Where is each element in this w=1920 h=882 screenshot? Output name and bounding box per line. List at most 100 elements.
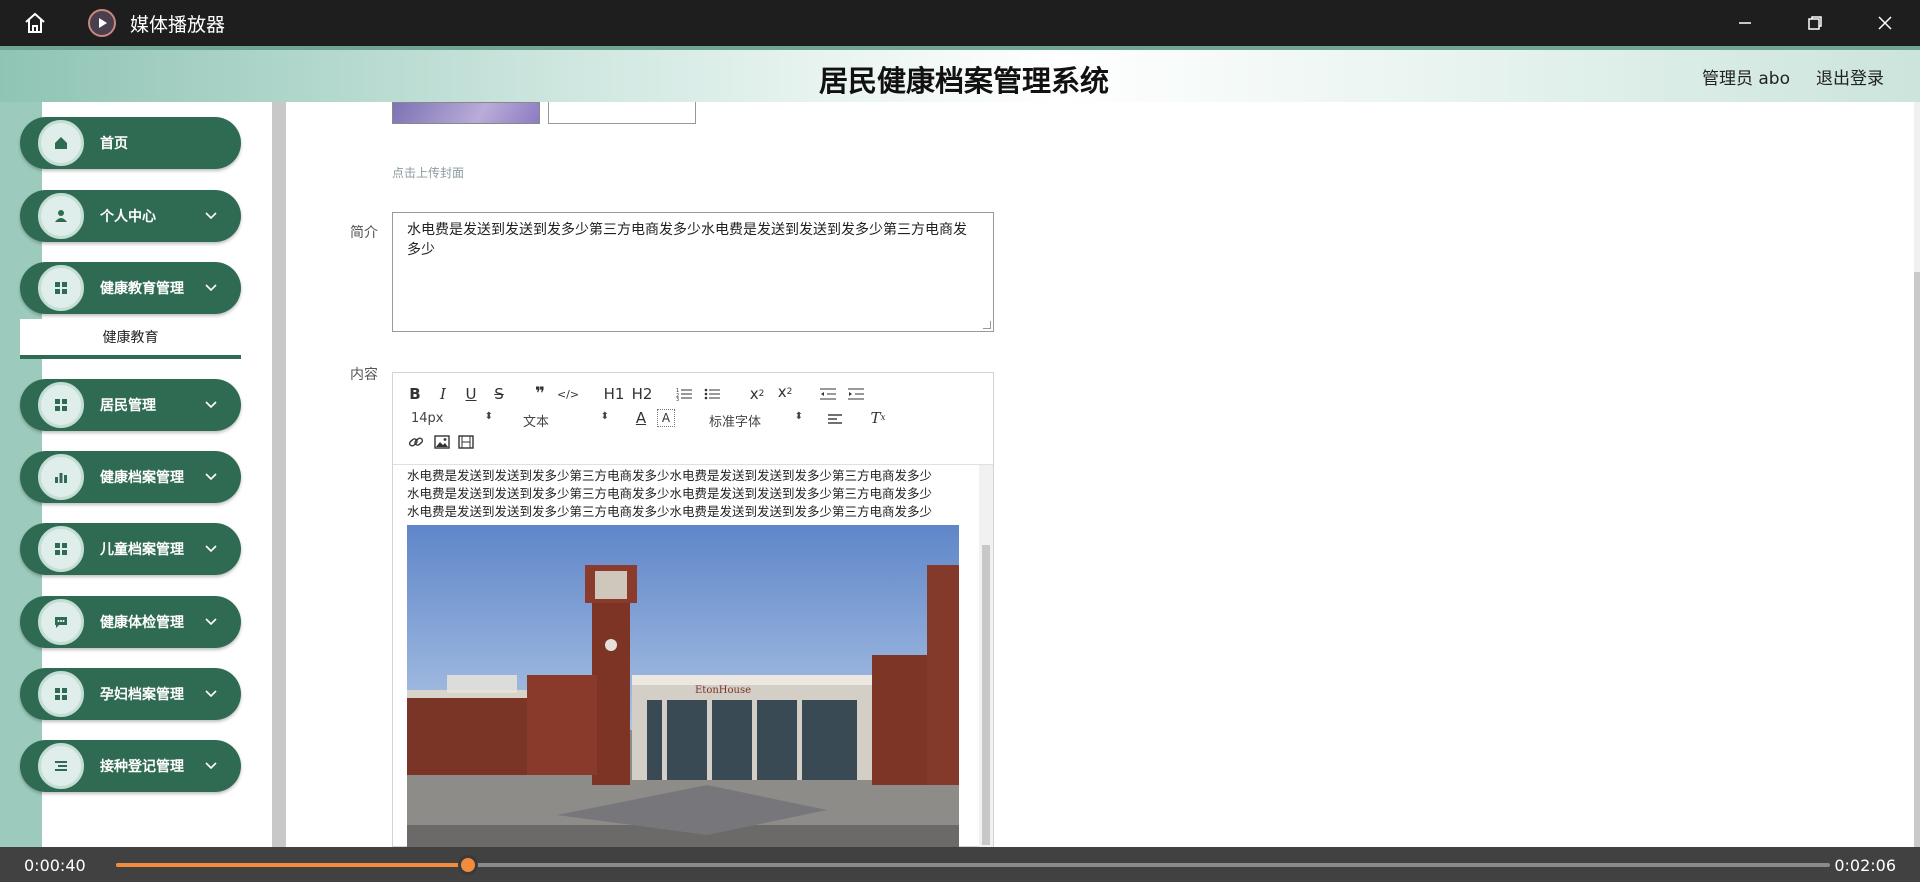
sidebar-item[interactable]: 孕妇档案管理 — [20, 668, 241, 720]
sidebar-item[interactable]: 接种登记管理 — [20, 740, 241, 792]
intro-label: 简介 — [350, 225, 378, 241]
rich-text-editor: B I U S ❞ </> H1 H2 123 x2 x2 14px ⬍ 文本 … — [392, 372, 994, 847]
player-title: 媒体播放器 — [130, 13, 226, 36]
upload-hint: 点击上传封面 — [392, 166, 465, 180]
sidebar-item-label: 居民管理 — [100, 398, 156, 414]
chevron-down-icon — [205, 545, 219, 553]
sidebar: 首页个人中心健康教育管理 居民管理健康档案管理 儿童档案管理 健康体检管理 孕妇档案管理… — [0, 102, 272, 847]
chevron-down-icon — [205, 212, 219, 220]
close-icon — [1878, 16, 1892, 30]
restore-button[interactable] — [1780, 0, 1850, 46]
background-color-icon[interactable]: A — [657, 409, 675, 427]
resize-handle[interactable] — [983, 321, 991, 329]
seek-handle[interactable] — [458, 855, 479, 875]
player-controls: 0:00:40 0:02:06 — [0, 847, 1920, 882]
indent-icon[interactable] — [847, 385, 865, 403]
subscript-icon[interactable]: x2 — [747, 385, 767, 403]
blockquote-icon[interactable]: ❞ — [531, 384, 549, 404]
chevron-down-icon — [205, 473, 219, 481]
grid-icon — [38, 382, 84, 428]
submenu-item-health-education[interactable]: 健康教育 — [20, 319, 241, 359]
align-icon[interactable] — [827, 411, 845, 427]
underline-icon[interactable]: U — [463, 385, 479, 403]
content-line: 水电费是发送到发送到发多少第三方电商发多少水电费是发送到发送到发多少第三方电商发… — [407, 468, 933, 483]
current-time: 0:00:40 — [24, 856, 86, 875]
home-icon — [38, 120, 84, 166]
cover-image[interactable] — [392, 102, 540, 124]
svg-text:EtonHouse: EtonHouse — [695, 685, 751, 696]
strikethrough-icon[interactable]: S — [491, 385, 507, 403]
bar-chart-icon — [38, 454, 84, 500]
editor-content[interactable]: 水电费是发送到发送到发多少第三方电商发多少水电费是发送到发送到发多少第三方电商发… — [407, 467, 963, 847]
sidebar-item-label: 接种登记管理 — [100, 759, 184, 775]
grid-icon — [38, 671, 84, 717]
font-family-select[interactable]: 标准字体 ⬍ — [709, 411, 803, 430]
block-type-select[interactable]: 文本 ⬍ — [523, 411, 609, 430]
sidebar-item[interactable]: 健康教育管理 — [20, 262, 241, 314]
page-title: 居民健康档案管理系统 — [818, 64, 1109, 98]
chevron-down-icon — [205, 690, 219, 698]
sidebar-item[interactable]: 居民管理 — [20, 379, 241, 431]
chevron-down-icon — [205, 284, 219, 292]
sidebar-item-label: 儿童档案管理 — [100, 542, 184, 558]
user-label: 管理员 abo — [1701, 69, 1790, 89]
sidebar-item[interactable]: 个人中心 — [20, 190, 241, 242]
superscript-icon[interactable]: x2 — [775, 383, 795, 401]
bullet-list-icon[interactable] — [703, 385, 721, 403]
chevron-down-icon — [205, 618, 219, 626]
italic-icon[interactable]: I — [435, 385, 451, 403]
heading2-icon[interactable]: H2 — [631, 385, 653, 403]
editor-toolbar: B I U S ❞ </> H1 H2 123 x2 x2 14px ⬍ 文本 … — [393, 373, 993, 465]
editor-scroll-thumb[interactable] — [982, 545, 990, 845]
sidebar-item[interactable]: 首页 — [20, 117, 241, 169]
app-header: 居民健康档案管理系统 管理员 abo 退出登录 — [0, 46, 1920, 102]
video-icon[interactable] — [457, 433, 475, 451]
outdent-icon[interactable] — [819, 385, 837, 403]
sidebar-item-label: 首页 — [100, 136, 128, 152]
grid-icon — [38, 265, 84, 311]
home-button[interactable] — [0, 0, 70, 46]
page-scrollbar[interactable] — [1914, 102, 1920, 847]
sidebar-item[interactable]: 健康档案管理 — [20, 451, 241, 503]
ordered-list-icon[interactable]: 123 — [675, 385, 693, 403]
sidebar-item-label: 健康档案管理 — [100, 470, 184, 486]
minimize-button[interactable] — [1710, 0, 1780, 46]
heading1-icon[interactable]: H1 — [603, 385, 625, 403]
code-icon[interactable]: </> — [557, 385, 579, 403]
sidebar-item-label: 孕妇档案管理 — [100, 687, 184, 703]
content-label: 内容 — [350, 367, 378, 383]
bold-icon[interactable]: B — [407, 385, 423, 403]
cover-upload-box[interactable] — [548, 102, 696, 124]
grid-icon — [38, 526, 84, 572]
page-scroll-thumb[interactable] — [1914, 272, 1920, 847]
total-time: 0:02:06 — [1834, 856, 1896, 875]
close-button[interactable] — [1850, 0, 1920, 46]
content-gutter — [272, 102, 286, 847]
font-size-select[interactable]: 14px ⬍ — [411, 411, 493, 427]
content-photo: EtonHouse — [407, 525, 959, 847]
restore-icon — [1808, 16, 1822, 30]
chat-icon — [38, 599, 84, 645]
main-content: 点击上传封面 简介 水电费是发送到发送到发多少第三方电商发多少水电费是发送到发送… — [286, 102, 1920, 847]
editor-scrollbar[interactable] — [979, 465, 993, 847]
clear-format-icon[interactable]: Tx — [869, 409, 887, 427]
sidebar-item-label: 健康教育管理 — [100, 281, 184, 297]
user-icon — [38, 193, 84, 239]
seek-bar[interactable] — [116, 855, 1830, 875]
chevron-down-icon — [205, 401, 219, 409]
player-titlebar: 媒体播放器 — [0, 0, 1920, 46]
image-icon[interactable] — [433, 433, 451, 451]
sidebar-item[interactable]: 儿童档案管理 — [20, 523, 241, 575]
sidebar-item-label: 健康体检管理 — [100, 615, 184, 631]
font-color-icon[interactable]: A — [633, 409, 649, 427]
intro-value: 水电费是发送到发送到发多少第三方电商发多少水电费是发送到发送到发多少第三方电商发… — [407, 222, 967, 258]
chevron-down-icon — [205, 762, 219, 770]
content-line: 水电费是发送到发送到发多少第三方电商发多少水电费是发送到发送到发多少第三方电商发… — [407, 504, 933, 519]
svg-text:3: 3 — [676, 397, 679, 401]
sidebar-item-label: 个人中心 — [100, 209, 156, 225]
logout-link[interactable]: 退出登录 — [1816, 64, 1884, 89]
sidebar-item[interactable]: 健康体检管理 — [20, 596, 241, 648]
link-icon[interactable] — [407, 433, 425, 451]
home-icon — [25, 12, 45, 33]
intro-textarea[interactable]: 水电费是发送到发送到发多少第三方电商发多少水电费是发送到发送到发多少第三方电商发… — [392, 212, 994, 332]
